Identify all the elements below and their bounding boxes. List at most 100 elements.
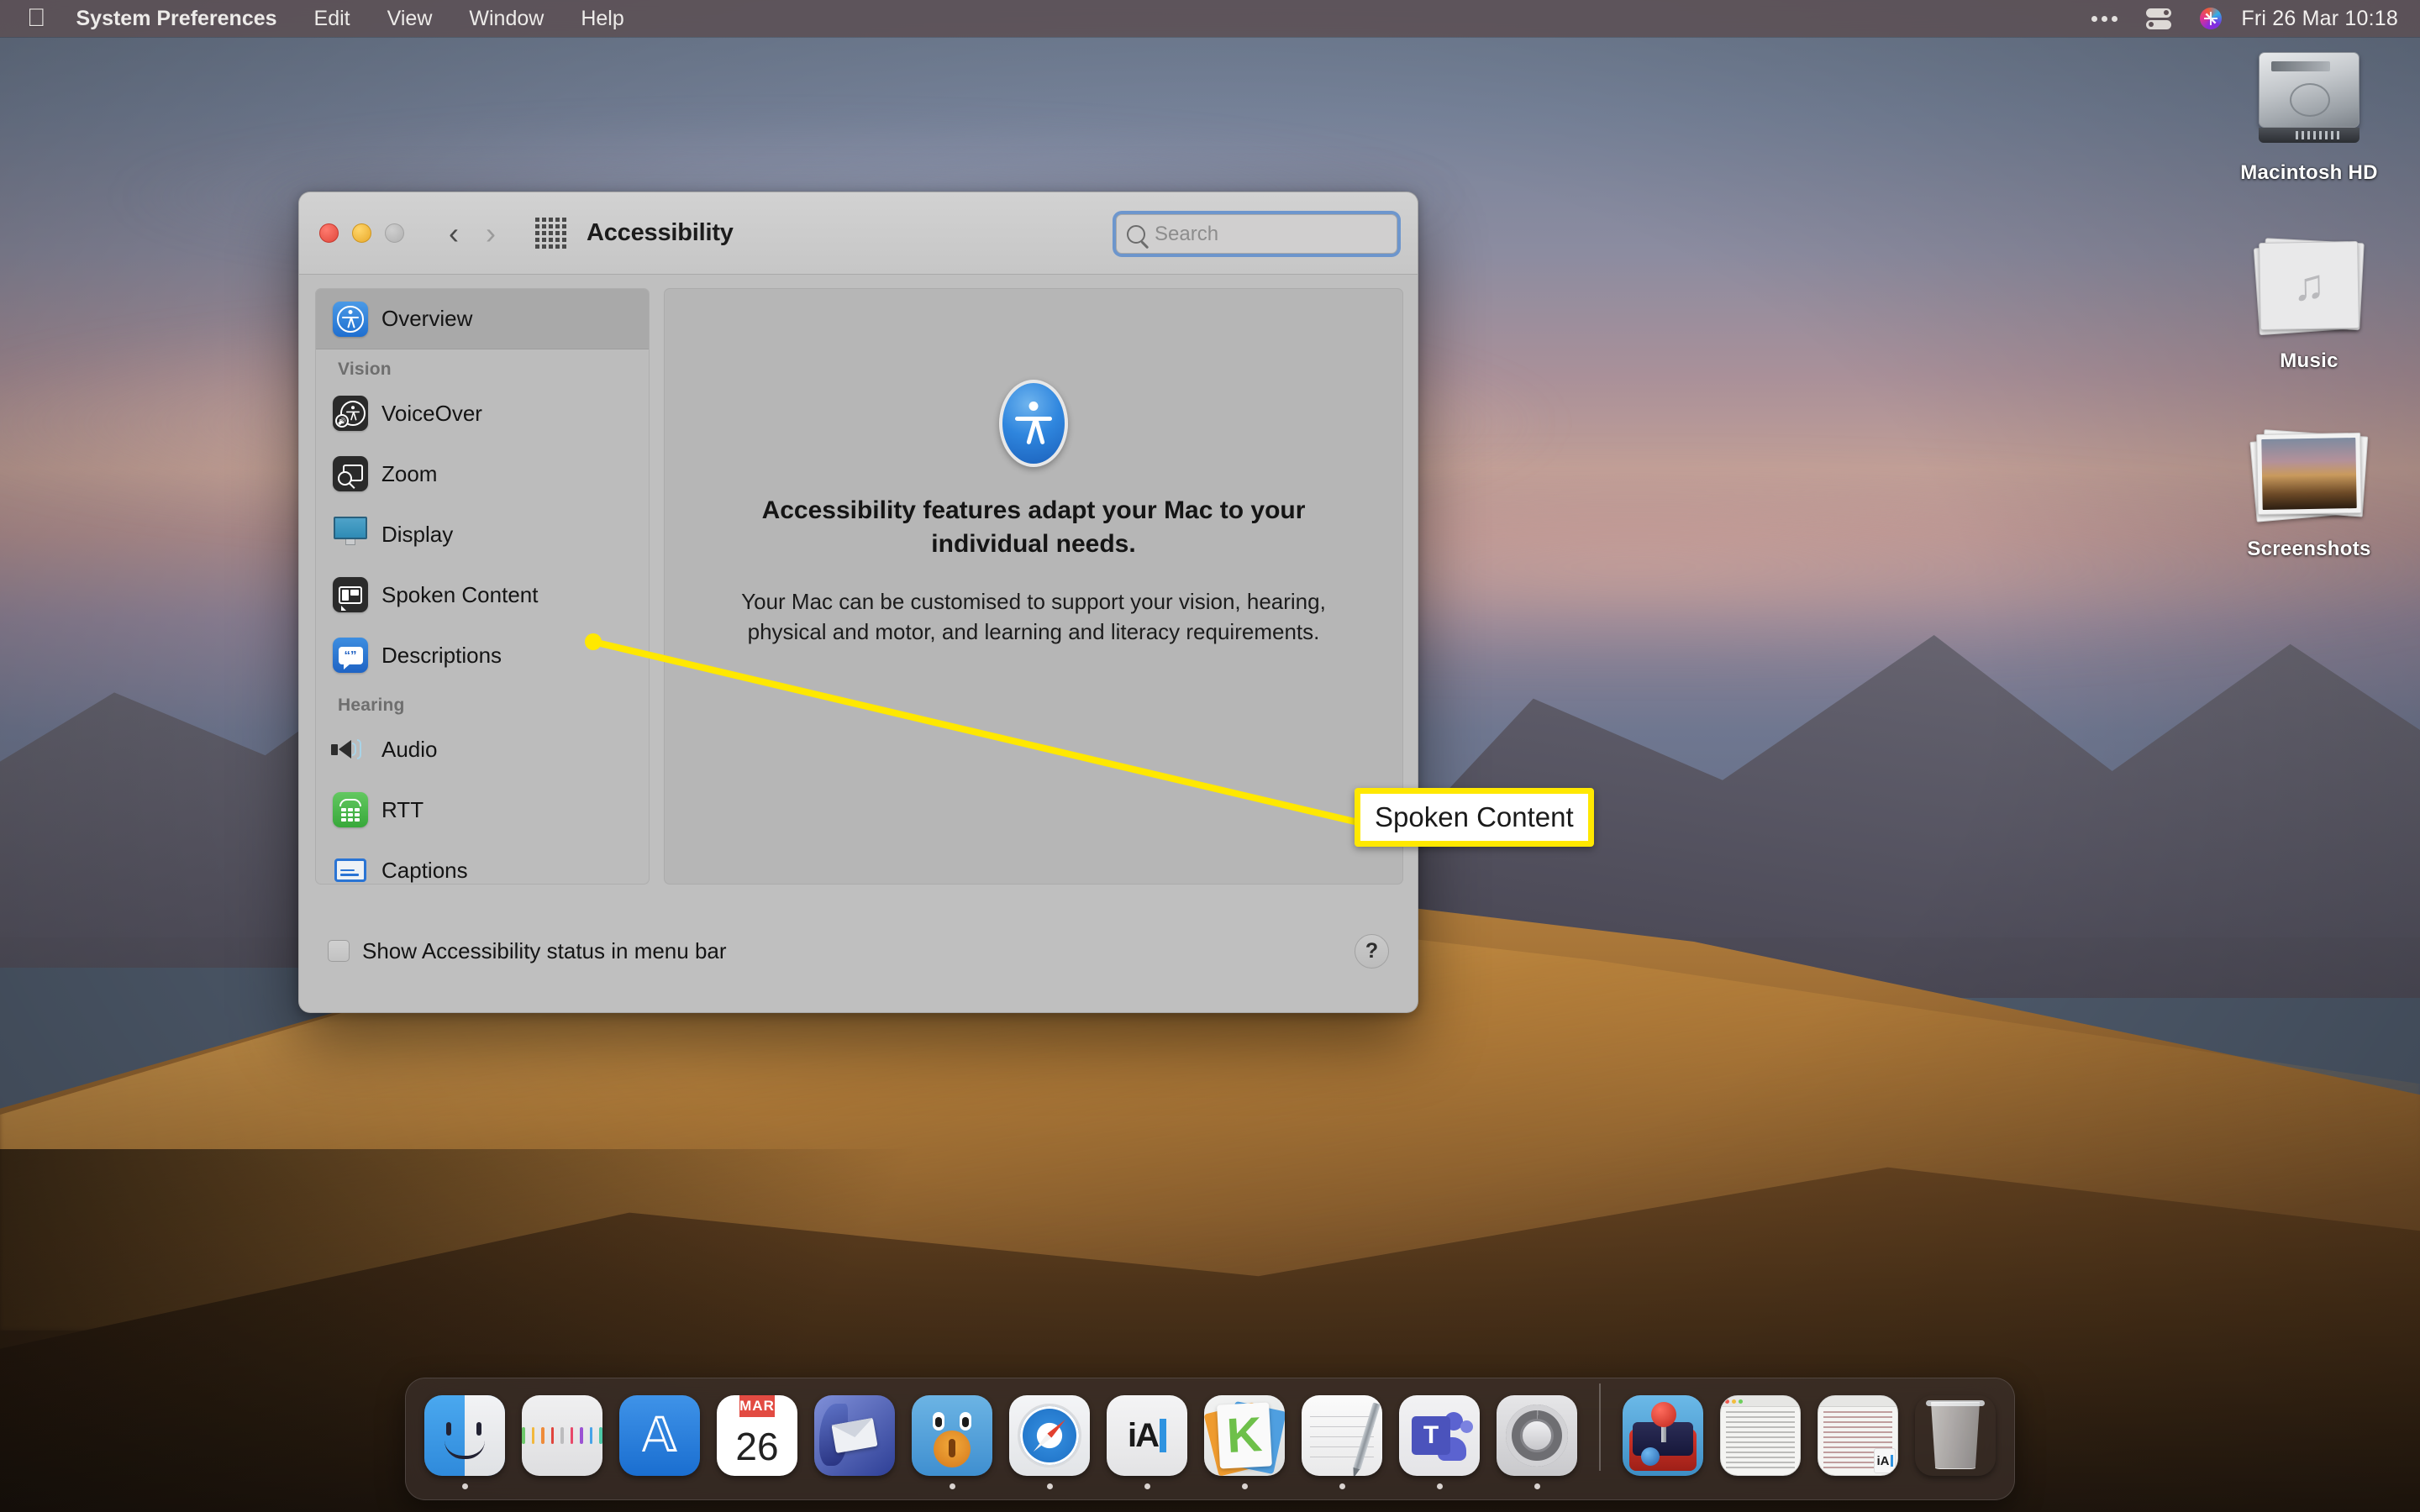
menu-help[interactable]: Help <box>562 0 642 37</box>
sidebar-item-overview[interactable]: Overview <box>316 289 649 349</box>
running-indicator <box>1339 1483 1345 1489</box>
sidebar-item-label: Captions <box>381 857 468 883</box>
dock-item-system-preferences[interactable] <box>1493 1395 1581 1489</box>
calendar-month: MAR <box>739 1395 775 1417</box>
annotation-callout: Spoken Content <box>1355 788 1594 847</box>
dock-item-tweetbot[interactable] <box>908 1395 996 1489</box>
show-status-label: Show Accessibility status in menu bar <box>362 937 727 963</box>
minimize-button[interactable] <box>352 223 371 243</box>
show-status-checkbox-row[interactable]: Show Accessibility status in menu bar <box>328 938 727 964</box>
running-indicator <box>1046 1483 1053 1489</box>
desktop-screen:  System Preferences Edit View Window He… <box>0 0 2420 1512</box>
chevron-right-icon[interactable]: › <box>476 217 505 250</box>
ellipsis-icon[interactable] <box>2077 0 2132 37</box>
sidebar-header-hearing: Hearing <box>338 696 405 715</box>
menu-bar-left:  System Preferences Edit View Window He… <box>0 0 643 37</box>
running-indicator <box>1534 1483 1540 1489</box>
sidebar-item-audio[interactable]: Audio <box>316 719 649 780</box>
dock-item-microsoft-teams[interactable]: T <box>1396 1395 1483 1489</box>
accessibility-overview-panel: Accessibility features adapt your Mac to… <box>664 288 1403 885</box>
sidebar-item-voiceover[interactable]: VoiceOver <box>316 383 649 444</box>
descriptions-icon: “” <box>333 638 368 673</box>
running-indicator <box>1953 1483 1959 1489</box>
dock: 𝔸 MAR 26 iA K T iA <box>405 1378 2015 1500</box>
ia-writer-icon: iA <box>1107 1395 1187 1476</box>
sidebar-item-descriptions[interactable]: “” Descriptions <box>316 625 649 685</box>
desktop-icon-macintosh-hd[interactable]: Macintosh HD <box>2225 39 2393 185</box>
dock-item-safari[interactable] <box>1006 1395 1093 1489</box>
music-folder-stack-icon <box>2225 227 2393 344</box>
dock-item-ia-writer[interactable]: iA <box>1103 1395 1191 1489</box>
sidebar-item-captions[interactable]: Captions <box>316 840 649 884</box>
sidebar-item-zoom[interactable]: Zoom <box>316 444 649 504</box>
zoom-icon <box>333 456 368 491</box>
dock-minimized-notes-window[interactable] <box>1717 1395 1804 1489</box>
window-footer: Show Accessibility status in menu bar ? <box>299 888 1418 1012</box>
search-input[interactable]: Search <box>1116 214 1397 254</box>
dock-minimized-ia-writer-window[interactable]: iA <box>1814 1395 1902 1489</box>
dock-item-finder[interactable] <box>421 1395 508 1489</box>
sidebar-item-label: Audio <box>381 736 438 762</box>
running-indicator <box>657 1483 663 1489</box>
menu-window[interactable]: Window <box>450 0 562 37</box>
window-titlebar[interactable]: ‹ › Accessibility Search <box>299 192 1418 275</box>
calendar-icon: MAR 26 <box>717 1395 797 1476</box>
dock-item-trash[interactable] <box>1912 1395 1999 1489</box>
sidebar-item-rtt[interactable]: RTT <box>316 780 649 840</box>
dock-item-app-store[interactable]: 𝔸 <box>616 1395 703 1489</box>
running-indicator <box>1758 1483 1764 1489</box>
sidebar-item-label: RTT <box>381 796 424 822</box>
accessibility-icon <box>333 301 368 337</box>
thunderbird-icon <box>814 1395 895 1476</box>
desktop-icon-screenshots[interactable]: Screenshots <box>2225 415 2393 561</box>
finder-icon <box>424 1395 505 1476</box>
running-indicator <box>1436 1483 1443 1489</box>
menu-view[interactable]: View <box>369 0 451 37</box>
accessibility-sidebar[interactable]: Overview Vision VoiceOver Zoom <box>315 288 650 885</box>
screenshots-stack-icon <box>2225 415 2393 533</box>
dock-item-notes[interactable] <box>1298 1395 1386 1489</box>
dock-item-openemu[interactable] <box>1619 1395 1707 1489</box>
sidebar-item-display[interactable]: Display <box>316 504 649 564</box>
sidebar-item-label: Spoken Content <box>381 581 539 607</box>
calendar-day: 26 <box>735 1425 779 1468</box>
dock-item-kindle[interactable]: K <box>1201 1395 1288 1489</box>
dock-item-calendar[interactable]: MAR 26 <box>713 1395 801 1489</box>
desktop-icon-label: Music <box>2280 349 2338 372</box>
menu-bar-clock[interactable]: Fri 26 Mar 10:18 <box>2236 7 2398 31</box>
desktop-icon-music[interactable]: Music <box>2225 227 2393 373</box>
running-indicator <box>1855 1483 1861 1489</box>
menu-system-preferences[interactable]: System Preferences <box>58 0 296 37</box>
notes-icon <box>1302 1395 1382 1476</box>
running-indicator <box>461 1483 468 1489</box>
sidebar-item-label: Display <box>381 521 454 547</box>
overview-subtext: Your Mac can be customised to support yo… <box>741 589 1326 644</box>
menu-edit[interactable]: Edit <box>296 0 369 37</box>
trash-icon <box>1915 1395 1996 1476</box>
tweetbot-icon <box>912 1395 992 1476</box>
sidebar-item-spoken-content[interactable]: Spoken Content <box>316 564 649 625</box>
chevron-left-icon[interactable]: ‹ <box>439 217 468 250</box>
system-preferences-icon <box>1497 1395 1577 1476</box>
help-button[interactable]: ? <box>1355 933 1389 969</box>
control-center-icon[interactable] <box>2132 0 2186 37</box>
spoken-content-icon <box>333 577 368 612</box>
running-indicator <box>560 1483 566 1489</box>
dock-item-launchpad[interactable] <box>518 1395 606 1489</box>
running-indicator <box>1660 1483 1666 1489</box>
apple-logo-icon[interactable]:  <box>20 0 58 37</box>
captions-icon <box>333 853 368 884</box>
dock-item-thunderbird[interactable] <box>811 1395 898 1489</box>
running-indicator <box>949 1483 955 1489</box>
show-status-checkbox[interactable] <box>328 940 350 962</box>
sidebar-item-label: VoiceOver <box>381 400 482 426</box>
rtt-icon <box>333 792 368 827</box>
menu-bar:  System Preferences Edit View Window He… <box>0 0 2420 37</box>
show-all-grid-icon[interactable] <box>535 218 566 249</box>
accessibility-large-icon <box>999 380 1068 467</box>
running-indicator <box>1241 1483 1248 1489</box>
app-store-icon: 𝔸 <box>619 1395 700 1476</box>
kindle-icon: K <box>1204 1395 1285 1476</box>
siri-icon[interactable] <box>2186 0 2236 37</box>
close-button[interactable] <box>319 223 339 243</box>
